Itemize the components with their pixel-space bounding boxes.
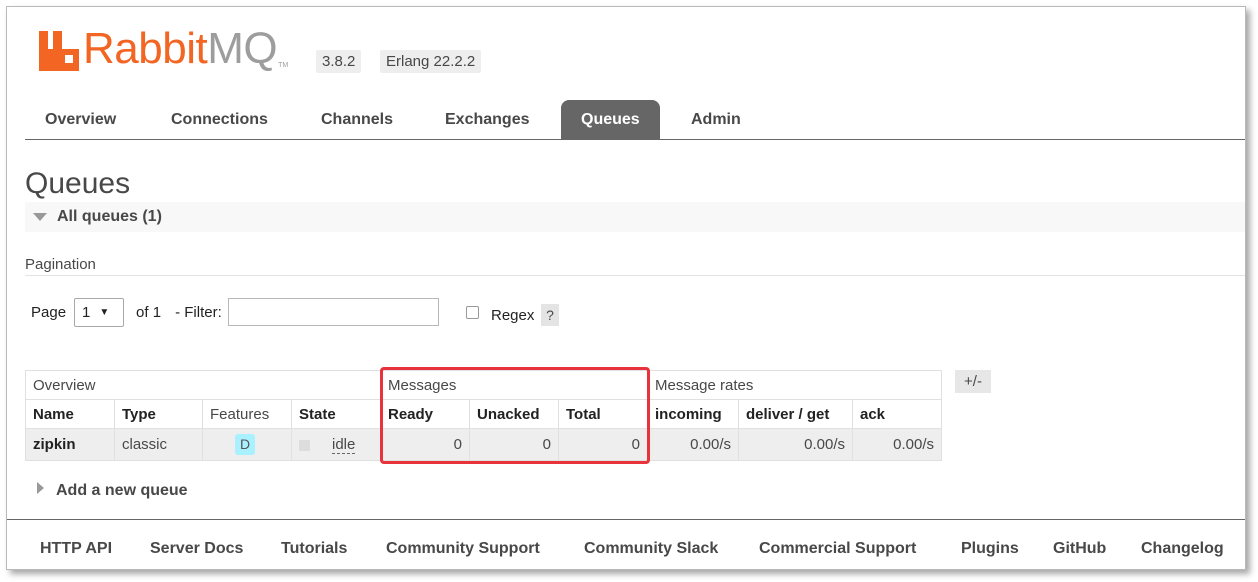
pager: Page 1 ▼ of 1 - Filter:: [31, 297, 439, 327]
group-message-rates: Message rates: [647, 370, 942, 400]
incoming-rate: 0.00/s: [647, 428, 739, 461]
total-count: 0: [558, 428, 648, 461]
queue-state: idle: [291, 428, 381, 461]
column-header-incoming[interactable]: incoming: [647, 399, 739, 429]
footer-link-community-support[interactable]: Community Support: [386, 540, 540, 558]
footer-link-community-slack[interactable]: Community Slack: [584, 540, 718, 558]
page-title: Queues: [25, 167, 131, 200]
expand-triangle-icon: [37, 482, 44, 494]
state-label: idle: [332, 436, 356, 454]
filter-label: - Filter:: [175, 303, 222, 321]
app-window: RabbitMQ TM 3.8.2 Erlang 22.2.2 Overview…: [6, 6, 1246, 570]
footer-link-commercial-support[interactable]: Commercial Support: [759, 540, 916, 558]
table-row[interactable]: zipkin classic D idle 0 0 0 0.00/s 0.00/…: [25, 428, 942, 461]
column-header-state[interactable]: State: [291, 399, 381, 429]
column-header-ready[interactable]: Ready: [380, 399, 470, 429]
group-overview: Overview: [25, 370, 381, 400]
unacked-count: 0: [469, 428, 559, 461]
column-header-deliver-get[interactable]: deliver / get: [738, 399, 853, 429]
queues-table: Overview Messages Message rates Name Typ…: [25, 370, 942, 461]
add-queue-toggle[interactable]: Add a new queue: [37, 482, 188, 500]
regex-label: Regex: [491, 307, 535, 324]
column-header-total[interactable]: Total: [558, 399, 648, 429]
footer-link-server-docs[interactable]: Server Docs: [150, 540, 243, 558]
ready-count: 0: [380, 428, 470, 461]
tab-channels[interactable]: Channels: [321, 100, 393, 140]
footer: HTTP API Server Docs Tutorials Community…: [7, 519, 1245, 569]
collapse-triangle-icon: [33, 212, 47, 221]
column-header-type[interactable]: Type: [114, 399, 203, 429]
all-queues-section-toggle[interactable]: All queues (1): [25, 202, 1245, 232]
ack-rate: 0.00/s: [852, 428, 942, 461]
logo-wordmark: RabbitMQ: [83, 24, 278, 73]
page-label: Page: [31, 303, 67, 321]
state-indicator-icon: [299, 439, 310, 451]
column-header-features[interactable]: Features: [202, 399, 292, 429]
filter-input[interactable]: [227, 298, 439, 326]
divider: [25, 275, 1245, 276]
tab-admin[interactable]: Admin: [691, 100, 741, 140]
rabbitmq-logo[interactable]: RabbitMQ TM: [39, 27, 288, 71]
queue-type: classic: [114, 428, 203, 461]
column-toggle-button[interactable]: +/-: [955, 370, 991, 393]
durable-badge: D: [235, 434, 255, 455]
tab-connections[interactable]: Connections: [171, 100, 268, 140]
help-button[interactable]: ?: [541, 304, 559, 326]
page-select-value: 1: [82, 303, 91, 321]
logo-trademark: TM: [278, 62, 289, 69]
page-count: of 1: [136, 303, 162, 321]
page-select[interactable]: 1 ▼: [74, 297, 125, 327]
section-title: All queues (1): [57, 208, 162, 225]
footer-link-github[interactable]: GitHub: [1053, 540, 1106, 558]
footer-link-plugins[interactable]: Plugins: [961, 540, 1019, 558]
column-header-name[interactable]: Name: [25, 399, 115, 429]
main-nav: Overview Connections Channels Exchanges …: [25, 100, 1245, 140]
chevron-down-icon: ▼: [99, 306, 110, 318]
queue-features: D: [202, 428, 292, 461]
group-messages: Messages: [380, 370, 648, 400]
footer-link-changelog[interactable]: Changelog: [1141, 540, 1224, 558]
column-header-unacked[interactable]: Unacked: [469, 399, 559, 429]
tab-queues[interactable]: Queues: [561, 100, 660, 140]
footer-link-http-api[interactable]: HTTP API: [40, 540, 112, 558]
column-header-ack[interactable]: ack: [852, 399, 942, 429]
deliver-get-rate: 0.00/s: [738, 428, 853, 461]
tab-exchanges[interactable]: Exchanges: [445, 100, 529, 140]
footer-link-tutorials[interactable]: Tutorials: [281, 540, 347, 558]
queue-name-link[interactable]: zipkin: [33, 436, 76, 453]
version-badge: 3.8.2: [316, 50, 362, 73]
erlang-version-badge: Erlang 22.2.2: [380, 50, 482, 73]
tab-overview[interactable]: Overview: [45, 100, 116, 140]
regex-checkbox[interactable]: [466, 306, 479, 319]
pagination-label: Pagination: [25, 256, 96, 273]
rabbit-logo-icon: [39, 31, 79, 71]
add-queue-label: Add a new queue: [56, 482, 188, 499]
